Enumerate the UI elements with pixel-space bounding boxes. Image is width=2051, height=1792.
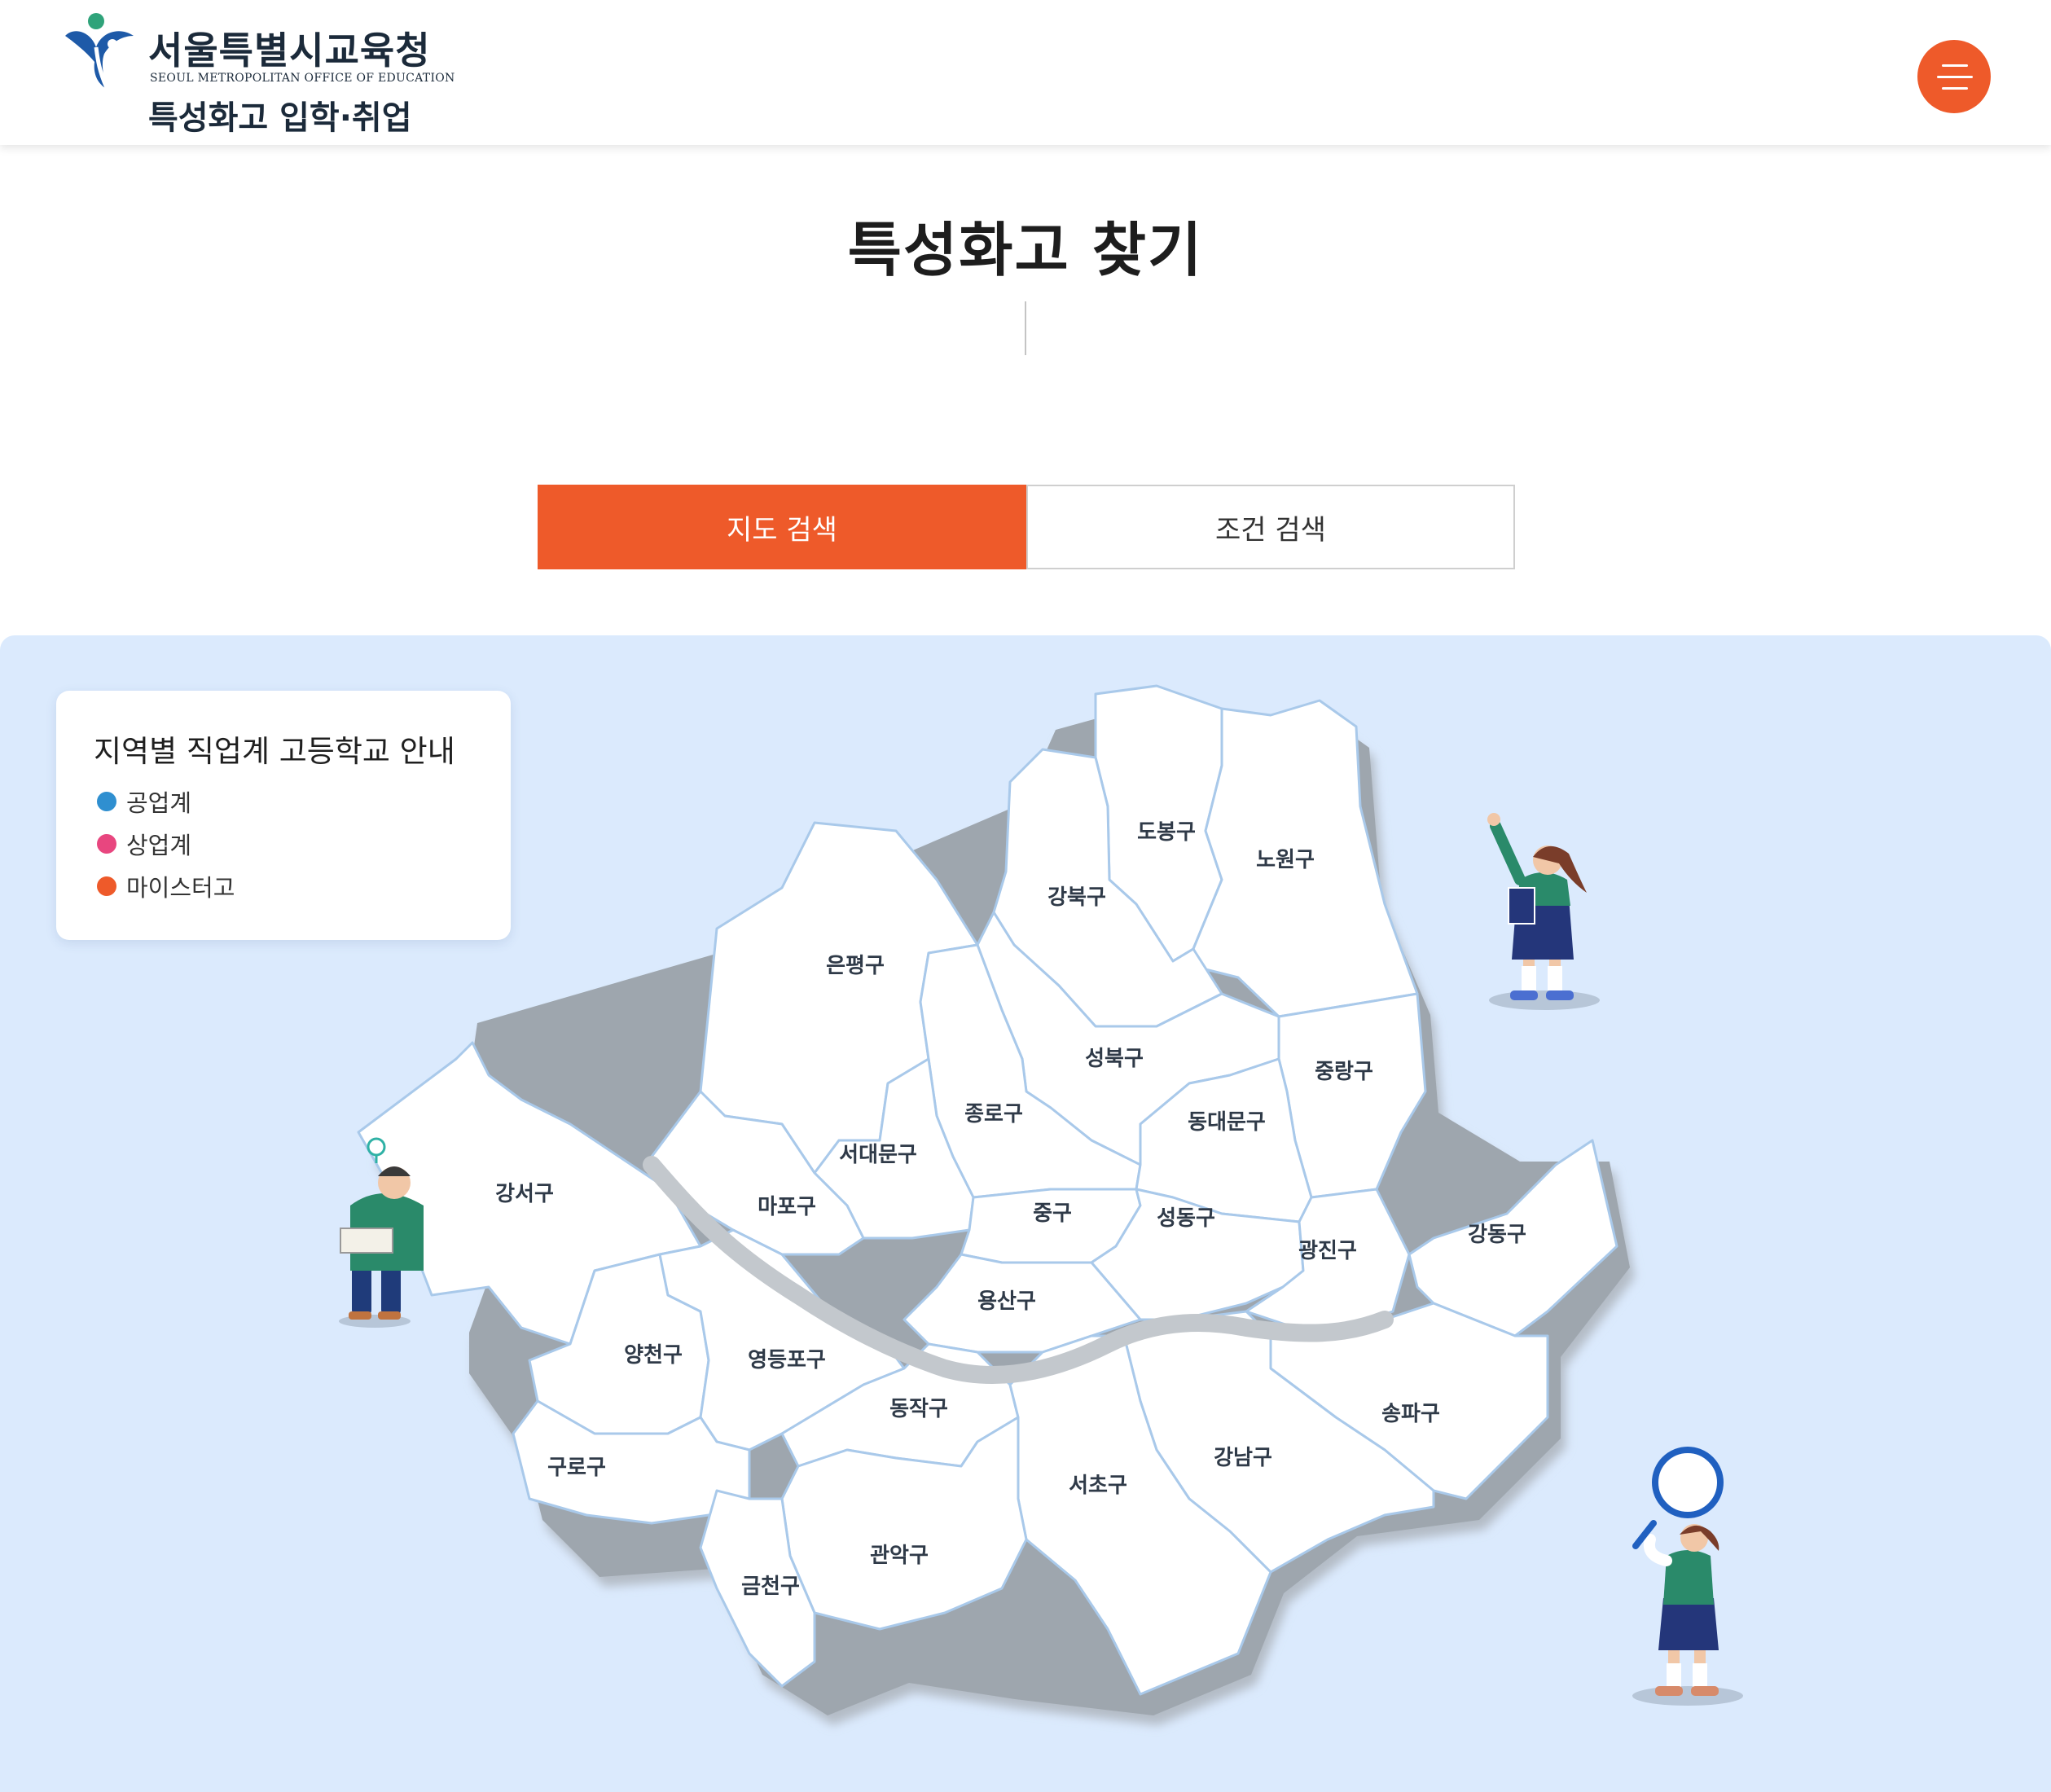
- district-label[interactable]: 강북구: [1047, 885, 1106, 910]
- site-header: 서울특별시교육청 SEOUL METROPOLITAN OFFICE OF ED…: [0, 0, 2051, 145]
- district-label[interactable]: 영등포구: [748, 1348, 826, 1373]
- legend-label: 마이스터고: [126, 874, 235, 902]
- district-label[interactable]: 금천구: [741, 1575, 800, 1599]
- district-label[interactable]: 용산구: [977, 1289, 1036, 1314]
- logo-subtitle: 특성화고 입학·취업: [148, 99, 412, 137]
- logo-title: 서울특별시교육청: [148, 29, 431, 72]
- legend-dot-icon: [97, 876, 116, 896]
- district-label[interactable]: 강서구: [495, 1182, 554, 1206]
- map-section: 도봉구 노원구 강북구 은평구 성북구 중랑구 종로구 동대문구 서대문구 강서…: [0, 635, 2051, 1792]
- district-label[interactable]: 동대문구: [1188, 1110, 1266, 1135]
- map-legend: 지역별 직업계 고등학교 안내 공업계 상업계 마이스터고: [56, 691, 511, 940]
- district-label[interactable]: 양천구: [624, 1343, 683, 1368]
- legend-dot-icon: [97, 792, 116, 811]
- logo-english-name: SEOUL METROPOLITAN OFFICE OF EDUCATION: [150, 72, 455, 85]
- district-label[interactable]: 서초구: [1069, 1474, 1127, 1498]
- tab-condition-search[interactable]: 조건 검색: [1026, 485, 1515, 569]
- legend-item-industrial: 공업계: [97, 787, 192, 817]
- district-label[interactable]: 성동구: [1157, 1206, 1215, 1231]
- legend-item-meister: 마이스터고: [97, 872, 235, 902]
- district-label[interactable]: 관악구: [870, 1544, 929, 1568]
- student-pointing-illustration: [1487, 813, 1600, 1010]
- district-label[interactable]: 구로구: [547, 1456, 606, 1480]
- district-label[interactable]: 강남구: [1214, 1446, 1272, 1470]
- hamburger-menu-icon-line: [1942, 87, 1968, 90]
- district-label[interactable]: 마포구: [758, 1195, 816, 1219]
- hamburger-menu-icon: [1942, 64, 1968, 67]
- district-label[interactable]: 은평구: [826, 954, 885, 978]
- tab-map-search[interactable]: 지도 검색: [538, 485, 1026, 569]
- district-label[interactable]: 성북구: [1085, 1047, 1144, 1071]
- title-divider: [1025, 301, 1026, 355]
- seoul-education-logo-icon: [65, 13, 134, 91]
- legend-label: 공업계: [126, 789, 192, 817]
- district-label[interactable]: 중구: [1033, 1201, 1072, 1226]
- menu-button[interactable]: [1917, 40, 1991, 113]
- legend-item-commercial: 상업계: [97, 829, 191, 859]
- district-label[interactable]: 서대문구: [839, 1143, 917, 1167]
- district-label[interactable]: 노원구: [1256, 848, 1315, 872]
- district-label[interactable]: 도봉구: [1137, 820, 1196, 845]
- legend-title: 지역별 직업계 고등학교 안내: [94, 734, 455, 769]
- legend-dot-icon: [97, 834, 116, 854]
- district-label[interactable]: 송파구: [1381, 1402, 1440, 1426]
- search-tabs: 지도 검색 조건 검색: [538, 485, 1515, 569]
- hamburger-menu-icon-line: [1937, 76, 1973, 78]
- district-label[interactable]: 동작구: [889, 1397, 948, 1421]
- site-logo[interactable]: 서울특별시교육청 SEOUL METROPOLITAN OFFICE OF ED…: [59, 11, 455, 137]
- district-label[interactable]: 광진구: [1298, 1239, 1357, 1263]
- district-label[interactable]: 종로구: [964, 1102, 1023, 1127]
- district-label[interactable]: 강동구: [1468, 1223, 1526, 1247]
- district-label[interactable]: 중랑구: [1315, 1060, 1373, 1084]
- student-magnifier-illustration: [1632, 1447, 1743, 1706]
- legend-label: 상업계: [126, 832, 192, 859]
- page-title: 특성화고 찾기: [847, 216, 1204, 284]
